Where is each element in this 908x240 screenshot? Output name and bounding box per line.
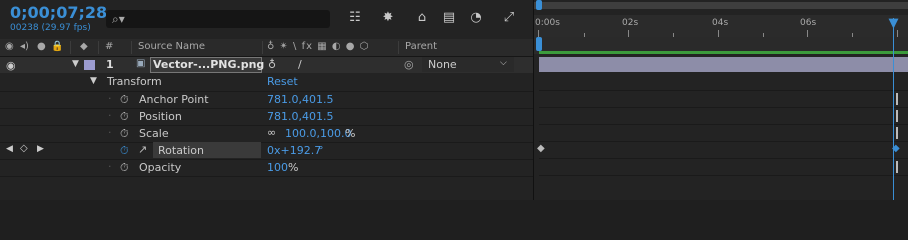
stopwatch-icon[interactable]: ⏱ [120,110,131,123]
stopwatch-icon[interactable]: ⏱ [120,93,131,106]
property-value[interactable]: 100.0,100.0 [285,127,351,140]
column-header-row: ◉ ◂) ● 🔒 ◆ # Source Name ♁ ✴ \ fx ▦ ◐ ● … [0,39,533,57]
stopwatch-active-icon[interactable]: ⏱ [120,144,131,157]
layer-duration-bar[interactable] [539,57,908,72]
draft-3d-icon[interactable]: ✸ [379,10,397,26]
property-unit: ° [318,144,324,157]
layer-panel: 0;00;07;28 00238 (29.97 fps) ⌕▾ ☷ ✸ ⌂ ▤ … [0,0,533,200]
shy-switch-icon[interactable]: ♁ [268,58,276,71]
parent-dropdown[interactable]: None ⌵ [422,57,514,72]
current-time-indicator[interactable] [893,18,894,200]
column-switches: ♁ ✴ \ fx ▦ ◐ ● ⬡ [267,41,370,52]
layer-index: 1 [106,58,114,71]
chevron-down-icon: ⌵ [500,58,507,68]
twirl-open-icon[interactable]: ▼ [72,59,79,69]
property-row-rotation[interactable]: ◀ ◇ ▶ ⏱ ↗ Rotation 0x+192.7 ° [0,142,533,160]
property-name: Anchor Point [139,93,209,106]
constrain-proportions-icon[interactable]: ∞ [267,126,276,139]
composition-mini-flowchart-icon[interactable]: ☷ [346,10,364,26]
column-parent[interactable]: Parent [405,41,437,52]
motion-blur-icon[interactable]: ◔ [467,10,485,26]
graph-editor-icon[interactable]: ⤢ [500,10,518,26]
pickwhip-icon[interactable]: ◎ [404,58,414,71]
label-icon[interactable]: ◆ [80,41,88,52]
keyframe-marker [896,110,898,122]
quality-switch-icon[interactable]: / [298,58,302,71]
keyframe-diamond-icon[interactable]: ◆ [537,143,545,154]
layer-name-field[interactable]: Vector-...PNG.png [150,57,265,73]
next-keyframe-icon[interactable]: ▶ [37,144,44,154]
property-unit: % [345,127,356,140]
property-row-opacity[interactable]: ‧ ⏱ Opacity 100 % [0,159,533,177]
keyframe-marker [896,93,898,105]
frame-info: 00238 (29.97 fps) [10,23,91,33]
audio-icon[interactable]: ◂) [20,41,29,52]
tick-label: 06s [800,18,817,28]
solo-icon[interactable]: ● [37,41,46,52]
property-name: Scale [139,127,169,140]
property-row-anchor-point[interactable]: ‧ ⏱ Anchor Point 781.0,401.5 [0,91,533,109]
property-name: Position [139,110,182,123]
shy-layers-icon[interactable]: ⌂ [413,10,431,26]
property-value[interactable]: 0x+192.7 [267,144,321,157]
property-row-position[interactable]: ‧ ⏱ Position 781.0,401.5 [0,108,533,126]
reset-link[interactable]: Reset [267,75,298,88]
timeline-panel: 0:00s 02s 04s 06s ◆ ◆ [533,0,908,200]
work-area-range[interactable] [539,51,908,54]
prev-keyframe-icon[interactable]: ◀ [6,144,13,154]
stopwatch-icon[interactable]: ⏱ [120,127,131,140]
parent-value: None [428,58,457,71]
time-ruler[interactable]: 0:00s 02s 04s 06s [534,15,908,37]
property-value[interactable]: 781.0,401.5 [267,93,333,106]
timeline-navigator[interactable] [534,2,908,9]
layer-row[interactable]: ◉ ▼ 1 ▣ Vector-...PNG.png ♁ / ◎ None ⌵ [0,57,533,73]
work-area-start-handle[interactable] [536,37,542,51]
frame-blending-icon[interactable]: ▤ [440,10,458,26]
layer-label-color[interactable] [84,60,95,70]
add-keyframe-icon[interactable]: ◇ [20,143,28,154]
transform-label: Transform [107,75,162,88]
property-value[interactable]: 781.0,401.5 [267,110,333,123]
tick-label: 02s [622,18,639,28]
search-input[interactable]: ⌕▾ [106,10,330,28]
layer-name: Vector-...PNG.png [153,58,265,71]
eye-icon[interactable]: ◉ [5,41,14,52]
transform-group-row[interactable]: ▼ Transform Reset [0,74,533,92]
playhead-icon[interactable]: ▼ [887,17,900,31]
navigator-start-handle[interactable] [536,0,542,10]
property-value[interactable]: 100 [267,161,288,174]
twirl-open-icon[interactable]: ▼ [90,76,97,86]
property-row-scale[interactable]: ‧ ⏱ Scale ∞ 100.0,100.0 % [0,125,533,143]
property-name: Rotation [158,144,205,157]
visibility-icon[interactable]: ◉ [6,59,16,72]
current-timecode[interactable]: 0;00;07;28 [10,3,107,22]
column-num: # [105,41,114,52]
stopwatch-icon[interactable]: ⏱ [120,161,131,174]
keyframe-marker [896,161,898,173]
property-name: Opacity [139,161,182,174]
search-icon: ⌕▾ [112,12,125,26]
keyframe-marker [896,127,898,139]
tick-label: 04s [712,18,729,28]
property-unit: % [288,161,299,174]
lock-icon[interactable]: 🔒 [51,41,63,52]
file-icon: ▣ [136,58,146,69]
tick-label: 0:00s [535,18,560,28]
column-source-name[interactable]: Source Name [138,41,205,52]
graph-icon[interactable]: ↗ [138,143,147,156]
